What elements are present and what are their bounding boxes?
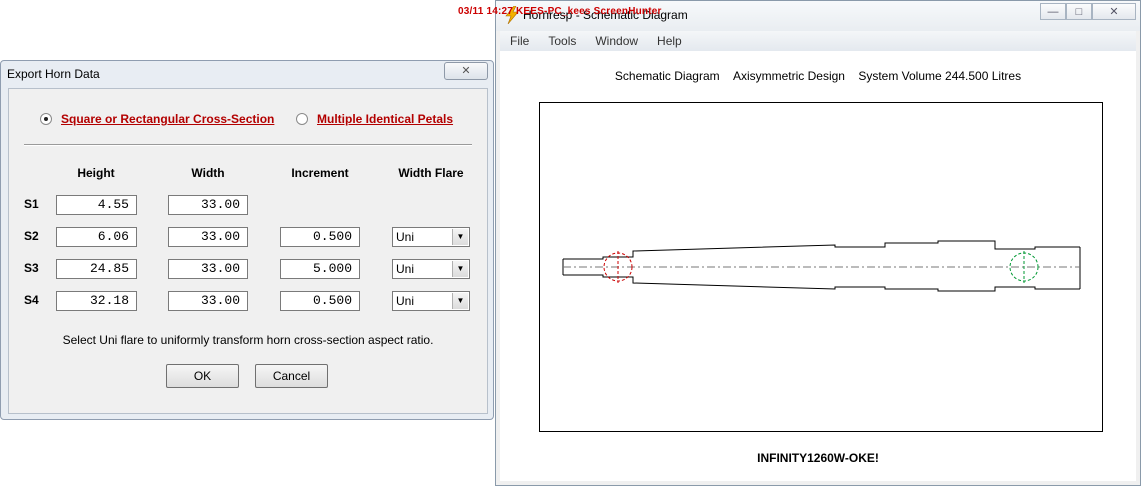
menu-file[interactable]: File (500, 31, 538, 51)
dialog-title: Export Horn Data (7, 67, 100, 81)
row-label-s4: S4 (24, 293, 39, 307)
menu-bar: File Tools Window Help (500, 31, 1136, 51)
radio-square-option[interactable]: Square or Rectangular Cross-Section (40, 112, 274, 126)
column-header-increment: Increment (291, 166, 349, 180)
schematic-kind: Schematic Diagram (614, 69, 720, 83)
schematic-window: Hornresp - Schematic Diagram — □ ✕ File … (495, 0, 1141, 486)
column-header-height: Height (77, 166, 115, 180)
menu-tools[interactable]: Tools (538, 31, 585, 51)
row-label-s1: S1 (24, 197, 39, 211)
menu-window[interactable]: Window (585, 31, 647, 51)
radio-square-button[interactable] (40, 113, 52, 125)
s3-flare-value: Uni (396, 262, 415, 276)
horn-schematic-drawing (562, 240, 1081, 292)
export-horn-data-dialog: Export Horn Data ✕ Square or Rectangular… (0, 60, 494, 420)
minimize-button[interactable]: — (1040, 3, 1066, 20)
schematic-volume: System Volume 244.500 Litres (858, 69, 1022, 83)
chevron-down-icon[interactable]: ▼ (452, 261, 468, 277)
s4-width-field[interactable]: 33.00 (168, 291, 248, 311)
dialog-close-button[interactable]: ✕ (444, 62, 488, 80)
dialog-separator (24, 144, 472, 146)
close-button[interactable]: ✕ (1092, 3, 1136, 20)
record-name: INFINITY1260W-OKE! (757, 451, 879, 465)
cancel-button[interactable]: Cancel (255, 364, 328, 388)
menu-help[interactable]: Help (647, 31, 691, 51)
column-header-width: Width (191, 166, 225, 180)
radio-petals-label[interactable]: Multiple Identical Petals (317, 112, 453, 126)
row-label-s3: S3 (24, 261, 39, 275)
s2-increment-field[interactable]: 0.500 (280, 227, 360, 247)
s1-height-field[interactable]: 4.55 (56, 195, 137, 215)
s4-flare-select[interactable]: Uni ▼ (392, 291, 470, 311)
maximize-icon: □ (1075, 6, 1083, 18)
column-header-width-flare: Width Flare (398, 166, 464, 180)
s4-flare-value: Uni (396, 294, 415, 308)
s2-flare-select[interactable]: Uni ▼ (392, 227, 470, 247)
s4-height-field[interactable]: 32.18 (56, 291, 137, 311)
s1-width-field[interactable]: 33.00 (168, 195, 248, 215)
schematic-header: Schematic Diagram Axisymmetric Design Sy… (500, 69, 1136, 83)
close-icon: ✕ (1109, 6, 1119, 18)
chevron-down-icon[interactable]: ▼ (452, 229, 468, 245)
radio-square-label[interactable]: Square or Rectangular Cross-Section (61, 112, 274, 126)
s3-increment-field[interactable]: 5.000 (280, 259, 360, 279)
s3-flare-select[interactable]: Uni ▼ (392, 259, 470, 279)
s2-width-field[interactable]: 33.00 (168, 227, 248, 247)
dialog-body: Square or Rectangular Cross-Section Mult… (8, 88, 488, 414)
screenhunter-timestamp: 03/11 14:27 KEES-PC_kees ScreenHunter (458, 6, 662, 17)
s2-flare-value: Uni (396, 230, 415, 244)
horn-outline-bottom (563, 274, 1080, 292)
s3-width-field[interactable]: 33.00 (168, 259, 248, 279)
s3-height-field[interactable]: 24.85 (56, 259, 137, 279)
schematic-plot (539, 102, 1103, 432)
minimize-icon: — (1047, 6, 1059, 18)
schematic-design: Axisymmetric Design (732, 69, 845, 83)
row-label-s2: S2 (24, 229, 39, 243)
s4-increment-field[interactable]: 0.500 (280, 291, 360, 311)
close-icon: ✕ (461, 65, 471, 77)
radio-petals-option[interactable]: Multiple Identical Petals (296, 112, 453, 126)
chevron-down-icon[interactable]: ▼ (452, 293, 468, 309)
flare-hint-text: Select Uni flare to uniformly transform … (62, 333, 434, 347)
schematic-client-area: Schematic Diagram Axisymmetric Design Sy… (500, 51, 1136, 481)
ok-button[interactable]: OK (166, 364, 239, 388)
maximize-button[interactable]: □ (1066, 3, 1092, 20)
radio-petals-button[interactable] (296, 113, 308, 125)
s2-height-field[interactable]: 6.06 (56, 227, 137, 247)
horn-outline-top (563, 240, 1080, 260)
